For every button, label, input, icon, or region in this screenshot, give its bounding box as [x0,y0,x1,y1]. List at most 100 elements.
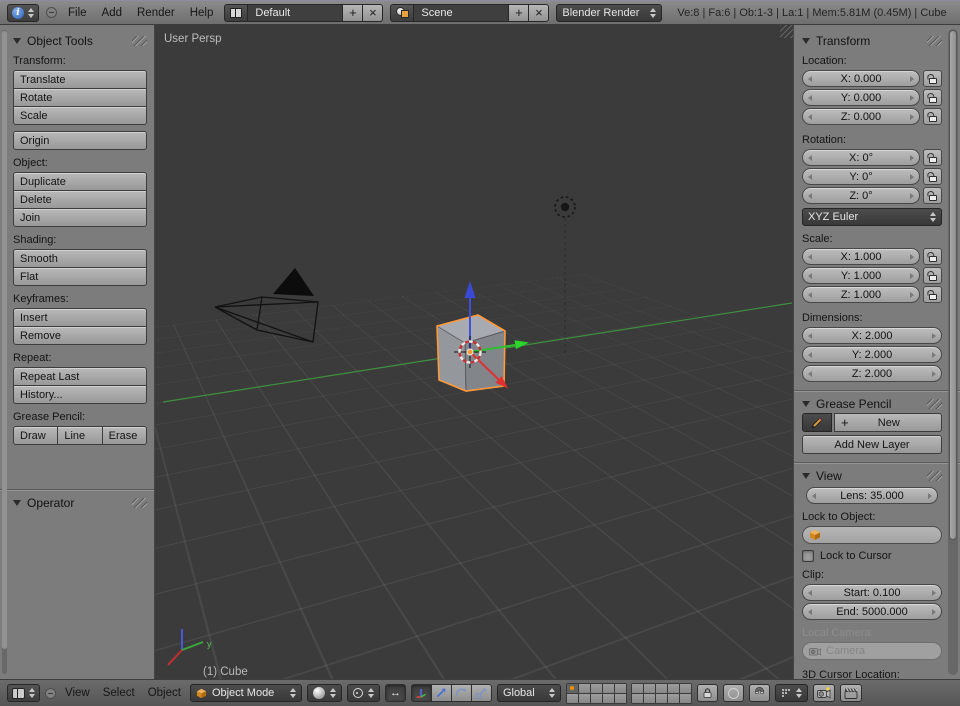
add-screen-layout-button[interactable]: + [342,4,363,22]
lock-rotation-x-button[interactable] [923,149,942,166]
delete-scene-button[interactable]: × [528,4,549,22]
editor-type-button[interactable]: i [7,4,39,22]
layer-cell[interactable] [656,684,667,693]
dimensions-z-field[interactable]: Z: 2.000 [802,365,942,382]
grease-pencil-panel-header[interactable]: Grease Pencil [802,396,942,411]
layer-cell[interactable] [644,694,655,703]
layer-cell[interactable] [591,684,602,693]
layer-cell[interactable] [579,684,590,693]
layer-cell[interactable] [680,684,691,693]
layer-cell[interactable] [603,694,614,703]
menu-add[interactable]: Add [98,7,126,19]
menu-render[interactable]: Render [133,7,179,19]
panel-grip-icon[interactable] [927,399,942,409]
menu-file[interactable]: File [64,7,91,19]
tool-shelf-scrollbar[interactable] [2,30,7,674]
editor-type-button[interactable] [7,684,40,702]
layer-cell[interactable] [591,694,602,703]
grease-draw-button[interactable]: Draw [13,426,58,445]
local-camera-field[interactable]: Camera [802,642,942,660]
location-z-field[interactable]: Z: 0.000 [802,108,920,125]
viewport-shading-select[interactable] [307,684,342,702]
layer-cell[interactable] [668,694,679,703]
scene-name-field[interactable]: Scene [413,4,509,22]
panel-grip-icon[interactable] [927,471,942,481]
scale-y-field[interactable]: Y: 1.000 [802,267,920,284]
pivot-point-select[interactable] [347,684,380,702]
clip-end-field[interactable]: End: 5000.000 [802,603,942,620]
orientation-select[interactable]: Global [497,684,561,702]
properties-scrollbar[interactable] [948,29,958,675]
layer-cell[interactable] [644,684,655,693]
lock-scale-x-button[interactable] [923,248,942,265]
panel-grip-icon[interactable] [132,498,147,508]
layer-cell-active[interactable] [567,684,578,693]
lock-location-x-button[interactable] [923,70,942,87]
rotate-button[interactable]: Rotate [13,88,147,107]
manipulator-rotate-button[interactable] [451,684,472,702]
lock-to-object-field[interactable] [802,526,942,544]
panel-grip-icon[interactable] [927,36,942,46]
delete-screen-layout-button[interactable]: × [362,4,383,22]
dimensions-y-field[interactable]: Y: 2.000 [802,346,942,363]
layer-cell[interactable] [615,684,626,693]
menu-help[interactable]: Help [186,7,218,19]
scale-z-field[interactable]: Z: 1.000 [802,286,920,303]
operator-panel-header[interactable]: Operator [13,495,147,510]
proportional-edit-select[interactable] [723,684,744,702]
layers-grid-left[interactable] [566,683,627,704]
layer-cell[interactable] [656,694,667,703]
add-new-layer-button[interactable]: Add New Layer [802,435,942,454]
camera-object[interactable] [215,268,318,342]
menu-view[interactable]: View [61,687,94,699]
collapse-menus-icon[interactable] [45,688,56,699]
grease-line-button[interactable]: Line [57,426,102,445]
area-split-grip[interactable] [780,25,793,38]
layer-cell[interactable] [632,684,643,693]
menu-select[interactable]: Select [99,687,139,699]
layer-cell[interactable] [567,694,578,703]
lamp-object[interactable] [555,197,575,355]
grease-pencil-new-button[interactable]: + New [834,413,942,432]
lock-scale-y-button[interactable] [923,267,942,284]
opengl-render-anim-button[interactable] [840,684,862,702]
layer-cell[interactable] [603,684,614,693]
screen-layout-browse-button[interactable] [224,4,248,22]
location-x-field[interactable]: X: 0.000 [802,70,920,87]
origin-button[interactable]: Origin [13,131,147,150]
manipulator-scale-button[interactable] [471,684,492,702]
scale-x-field[interactable]: X: 1.000 [802,248,920,265]
render-engine-select[interactable]: Blender Render [556,4,662,22]
insert-keyframe-button[interactable]: Insert [13,308,147,327]
join-button[interactable]: Join [13,208,147,227]
delete-button[interactable]: Delete [13,190,147,209]
snap-element-select[interactable] [775,684,808,702]
scrollbar-thumb[interactable] [949,30,957,540]
collapse-menus-icon[interactable] [46,7,57,18]
mode-select[interactable]: Object Mode [190,684,302,702]
dimensions-x-field[interactable]: X: 2.000 [802,327,942,344]
translate-button[interactable]: Translate [13,70,147,89]
panel-grip-icon[interactable] [132,36,147,46]
history-button[interactable]: History... [13,385,147,404]
scene-browse-button[interactable] [390,4,414,22]
viewport-3d[interactable]: y User Persp (1) Cube [155,25,793,679]
transform-panel-header[interactable]: Transform [802,33,942,48]
layer-cell[interactable] [579,694,590,703]
scale-button[interactable]: Scale [13,106,147,125]
remove-keyframe-button[interactable]: Remove [13,326,147,345]
lock-to-cursor-row[interactable]: Lock to Cursor [802,550,942,562]
lock-rotation-z-button[interactable] [923,187,942,204]
layers-grid-right[interactable] [631,683,692,704]
menu-object[interactable]: Object [144,687,185,699]
manipulate-center-points-toggle[interactable]: ↔ [385,684,406,702]
lock-to-scene-button[interactable] [697,684,718,702]
duplicate-button[interactable]: Duplicate [13,172,147,191]
lock-location-y-button[interactable] [923,89,942,106]
rotation-x-field[interactable]: X: 0° [802,149,920,166]
flat-button[interactable]: Flat [13,267,147,286]
rotation-mode-select[interactable]: XYZ Euler [802,208,942,226]
location-y-field[interactable]: Y: 0.000 [802,89,920,106]
layer-cell[interactable] [668,684,679,693]
view-panel-header[interactable]: View [802,468,942,483]
